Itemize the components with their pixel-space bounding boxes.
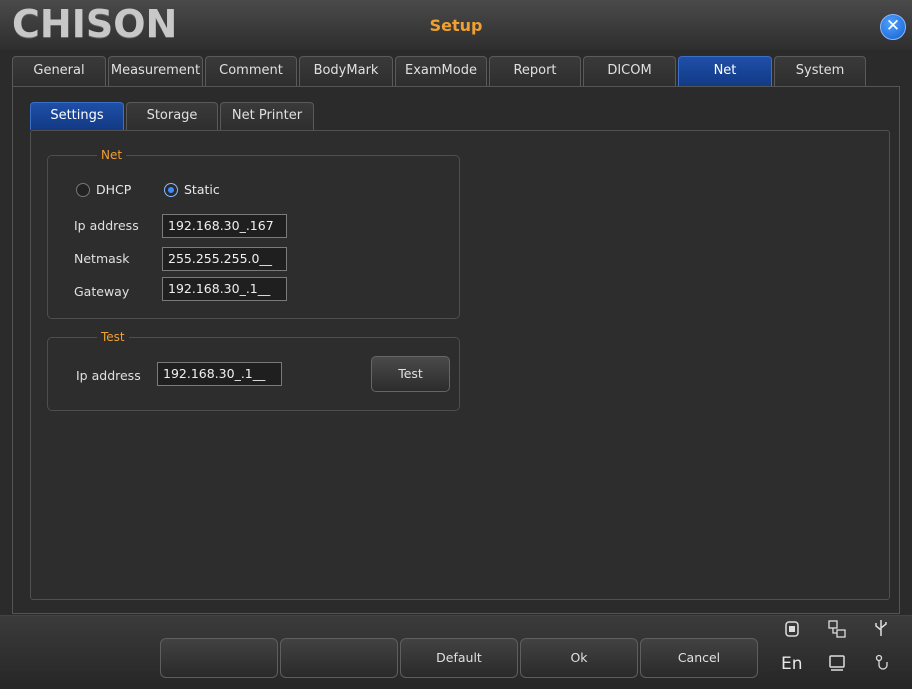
tab-report[interactable]: Report: [489, 56, 581, 86]
test-ip-field[interactable]: 192.168.30_.1__: [157, 362, 282, 386]
subtab-storage[interactable]: Storage: [126, 102, 218, 130]
test-ip-label: Ip address: [76, 368, 141, 383]
window-title: Setup: [429, 16, 483, 35]
static-radio[interactable]: Static: [164, 182, 220, 197]
network-icon: [827, 619, 847, 643]
ip-address-label: Ip address: [74, 218, 139, 233]
dhcp-radio-indicator[interactable]: [76, 182, 90, 197]
disk-icon: [782, 620, 802, 642]
tab-system[interactable]: System: [774, 56, 866, 86]
ip-address-field[interactable]: 192.168.30_.167: [162, 214, 287, 238]
tab-measurement[interactable]: Measurement: [108, 56, 203, 86]
gateway-label: Gateway: [74, 284, 130, 299]
dhcp-label: DHCP: [96, 182, 132, 197]
default-button[interactable]: Default: [400, 638, 518, 678]
subtab-settings[interactable]: Settings: [30, 102, 124, 130]
tab-general[interactable]: General: [12, 56, 106, 86]
blank-button-1[interactable]: [160, 638, 278, 678]
tab-comment[interactable]: Comment: [205, 56, 297, 86]
dhcp-radio[interactable]: DHCP: [76, 182, 131, 197]
tab-bodymark[interactable]: BodyMark: [299, 56, 393, 86]
cancel-button[interactable]: Cancel: [640, 638, 758, 678]
close-icon[interactable]: ✕: [880, 14, 906, 40]
ok-button[interactable]: Ok: [520, 638, 638, 678]
language-indicator[interactable]: En: [781, 654, 803, 674]
netmask-field[interactable]: 255.255.255.0__: [162, 247, 287, 271]
subtab-net-printer[interactable]: Net Printer: [220, 102, 314, 130]
blank-button-2[interactable]: [280, 638, 398, 678]
test-group-legend: Test: [97, 330, 129, 344]
tab-exammode[interactable]: ExamMode: [395, 56, 487, 86]
gateway-field[interactable]: 192.168.30_.1__: [162, 277, 287, 301]
netmask-label: Netmask: [74, 251, 130, 266]
display-icon: [827, 654, 847, 676]
title-bar: CHISON Setup ✕: [0, 0, 912, 50]
probe-icon: [871, 654, 891, 678]
static-radio-indicator[interactable]: [164, 182, 178, 197]
net-group-legend: Net: [97, 148, 127, 162]
test-button[interactable]: Test: [371, 356, 450, 392]
tab-dicom[interactable]: DICOM: [583, 56, 676, 86]
usb-icon: [871, 618, 891, 642]
tab-net[interactable]: Net: [678, 56, 772, 86]
static-label: Static: [184, 182, 220, 197]
